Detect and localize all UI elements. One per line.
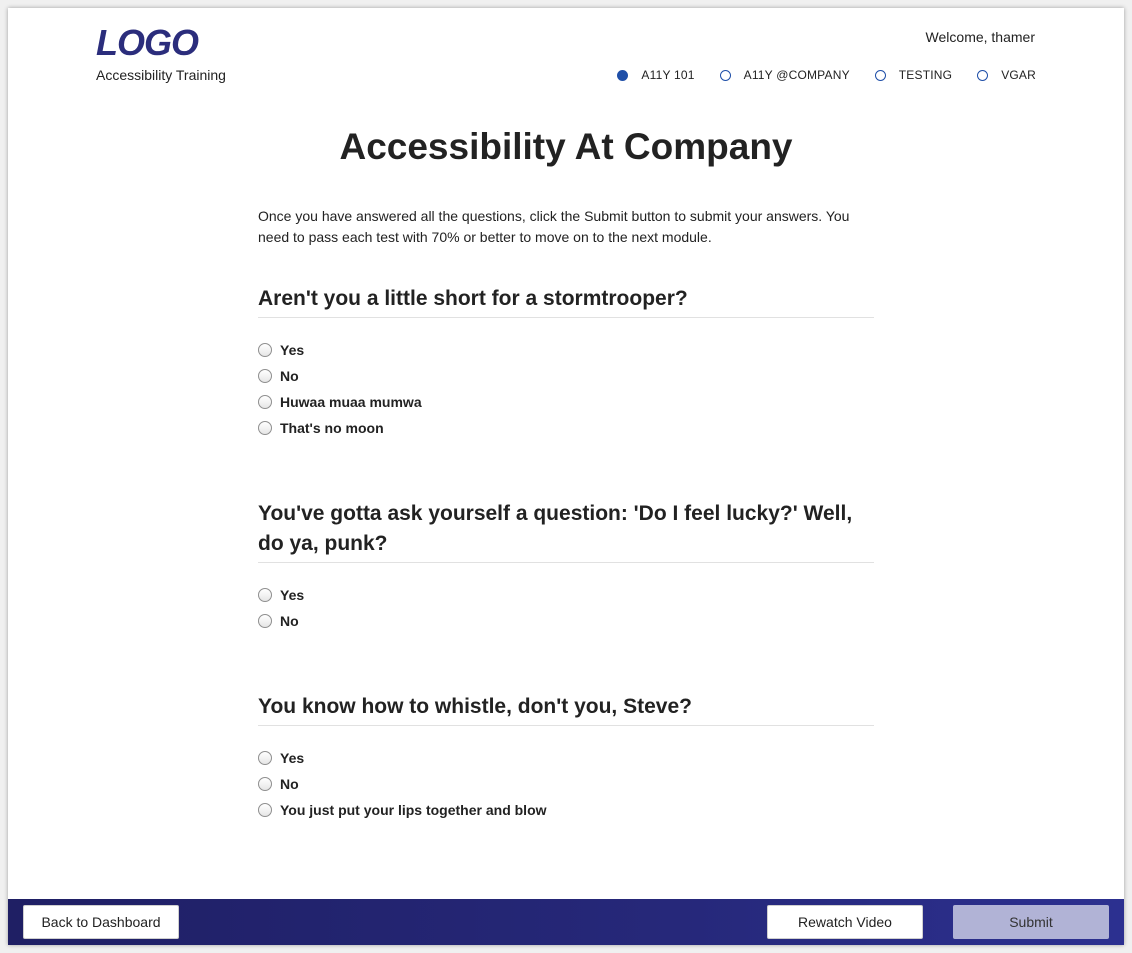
answer-label[interactable]: That's no moon — [280, 420, 384, 436]
answer-option[interactable]: Yes — [258, 745, 874, 771]
question-1: Aren't you a little short for a stormtro… — [258, 284, 874, 441]
step-vgar[interactable]: VGAR — [977, 68, 1036, 82]
app-window: LOGO Accessibility Training Welcome, tha… — [8, 8, 1124, 945]
step-dot-icon — [977, 69, 989, 81]
welcome-message: Welcome, thamer — [925, 29, 1035, 45]
instructions-text: Once you have answered all the questions… — [258, 208, 850, 245]
rewatch-video-button[interactable]: Rewatch Video — [767, 905, 923, 939]
question-title: Aren't you a little short for a stormtro… — [258, 284, 874, 318]
answer-option[interactable]: That's no moon — [258, 415, 874, 441]
page-title: Accessibility At Company — [339, 126, 793, 167]
step-a11y-101[interactable]: A11Y 101 — [617, 68, 694, 82]
step-active-dot-icon — [617, 69, 629, 81]
step-dot-icon — [874, 69, 886, 81]
answer-option[interactable]: No — [258, 608, 874, 634]
header: LOGO Accessibility Training Welcome, tha… — [8, 8, 1124, 108]
step-testing[interactable]: TESTING — [874, 68, 953, 82]
answer-label[interactable]: No — [280, 368, 299, 384]
step-label: A11Y 101 — [641, 68, 695, 82]
submit-button[interactable]: Submit — [953, 905, 1109, 939]
radio-button-icon[interactable] — [258, 369, 272, 383]
answer-label[interactable]: No — [280, 776, 299, 792]
radio-button-icon[interactable] — [258, 751, 272, 765]
answer-option[interactable]: Yes — [258, 582, 874, 608]
answer-label[interactable]: No — [280, 613, 299, 629]
answer-options: Yes No — [258, 582, 874, 634]
question-3: You know how to whistle, don't you, Stev… — [258, 692, 874, 823]
answer-option[interactable]: No — [258, 771, 874, 797]
radio-button-icon[interactable] — [258, 421, 272, 435]
module-progress: A11Y 101 A11Y @COMPANY TESTING VGAR — [617, 68, 1036, 82]
step-label: A11Y @COMPANY — [743, 68, 850, 82]
step-dot-icon — [719, 69, 731, 81]
step-a11y-company[interactable]: A11Y @COMPANY — [719, 68, 850, 82]
answer-option[interactable]: Yes — [258, 337, 874, 363]
answer-label[interactable]: You just put your lips together and blow — [280, 802, 547, 818]
answer-label[interactable]: Yes — [280, 342, 304, 358]
answer-options: Yes No You just put your lips together a… — [258, 745, 874, 823]
radio-button-icon[interactable] — [258, 395, 272, 409]
answer-options: Yes No Huwaa muaa mumwa That's no moon — [258, 337, 874, 441]
answer-option[interactable]: You just put your lips together and blow — [258, 797, 874, 823]
question-title: You know how to whistle, don't you, Stev… — [258, 692, 874, 726]
radio-button-icon[interactable] — [258, 803, 272, 817]
radio-button-icon[interactable] — [258, 777, 272, 791]
answer-label[interactable]: Huwaa muaa mumwa — [280, 394, 422, 410]
answer-option[interactable]: Huwaa muaa mumwa — [258, 389, 874, 415]
radio-button-icon[interactable] — [258, 614, 272, 628]
logo: LOGO — [96, 22, 199, 63]
question-title: You've gotta ask yourself a question: 'D… — [258, 499, 874, 563]
answer-label[interactable]: Yes — [280, 587, 304, 603]
question-2: You've gotta ask yourself a question: 'D… — [258, 499, 874, 634]
radio-button-icon[interactable] — [258, 588, 272, 602]
answer-label[interactable]: Yes — [280, 750, 304, 766]
footer-bar: Back to Dashboard Rewatch Video Submit — [8, 899, 1124, 945]
step-label: TESTING — [898, 68, 953, 82]
step-label: VGAR — [1001, 68, 1036, 82]
radio-button-icon[interactable] — [258, 343, 272, 357]
answer-option[interactable]: No — [258, 363, 874, 389]
back-to-dashboard-button[interactable]: Back to Dashboard — [23, 905, 179, 939]
app-subtitle: Accessibility Training — [96, 67, 226, 83]
